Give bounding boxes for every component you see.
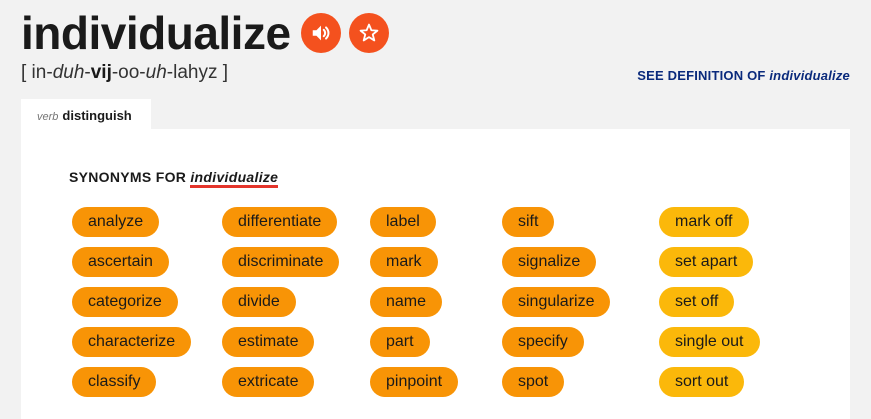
synonym-pill[interactable]: characterize <box>72 327 192 357</box>
pron-syllable-3: uh <box>145 62 167 83</box>
synonym-pill[interactable]: sift <box>502 207 555 237</box>
synonym-pill[interactable]: mark <box>370 247 438 277</box>
speaker-icon <box>312 25 329 41</box>
tab-label: distinguish <box>62 108 132 123</box>
headword: individualize <box>21 7 291 59</box>
synonym-pill[interactable]: discriminate <box>222 247 340 277</box>
synonym-pill[interactable]: sort out <box>659 367 745 397</box>
synonym-pill[interactable]: set off <box>659 287 735 317</box>
synonym-pill[interactable]: analyze <box>72 207 160 237</box>
synonyms-panel: SYNONYMS FOR individualize analyze ascer… <box>21 129 850 419</box>
pronunciation: [ in-duh-vij-oo-uh-lahyz ] <box>21 62 228 84</box>
word-header: individualize <box>21 6 389 60</box>
star-icon <box>359 23 378 42</box>
see-definition-link[interactable]: SEE DEFINITION OF individualize <box>637 68 850 83</box>
synonym-pill[interactable]: set apart <box>659 247 754 277</box>
synonym-pill[interactable]: mark off <box>659 207 749 237</box>
tab-part-of-speech: verb <box>37 111 59 123</box>
see-definition-prefix: SEE DEFINITION OF <box>637 68 770 83</box>
synonym-pill[interactable]: ascertain <box>72 247 169 277</box>
synonym-pill[interactable]: differentiate <box>222 207 338 237</box>
synonym-pill[interactable]: single out <box>659 327 760 357</box>
synonyms-heading-prefix: SYNONYMS FOR <box>69 169 191 185</box>
synonym-pill[interactable]: extricate <box>222 367 315 397</box>
see-definition-word: individualize <box>769 68 850 83</box>
synonym-pill[interactable]: singularize <box>502 287 611 317</box>
synonym-pill[interactable]: categorize <box>72 287 178 317</box>
favorite-button[interactable] <box>348 13 389 53</box>
synonym-pill[interactable]: specify <box>502 327 584 357</box>
synonym-pill[interactable]: spot <box>502 367 565 397</box>
pron-stressed-syllable: vij <box>90 62 112 83</box>
synonym-pill[interactable]: name <box>370 287 443 317</box>
pron-syllable-1: duh <box>52 62 85 83</box>
synonyms-heading-word: individualize <box>190 169 279 188</box>
audio-button[interactable] <box>300 13 341 53</box>
synonym-pill[interactable]: signalize <box>502 247 597 277</box>
synonym-pill[interactable]: classify <box>72 367 157 397</box>
synonym-pill[interactable]: divide <box>222 287 296 317</box>
synonyms-heading: SYNONYMS FOR individualize <box>69 169 279 188</box>
synonym-pill[interactable]: label <box>370 207 436 237</box>
synonym-pill[interactable]: pinpoint <box>370 367 459 397</box>
pron-close: -lahyz ] <box>166 62 229 83</box>
tab-distinguish[interactable]: verb distinguish <box>21 99 151 129</box>
pron-sep-2: -oo- <box>111 62 146 83</box>
pron-open: [ in- <box>21 62 53 83</box>
synonym-pill[interactable]: estimate <box>222 327 315 357</box>
synonym-pill[interactable]: part <box>370 327 430 357</box>
